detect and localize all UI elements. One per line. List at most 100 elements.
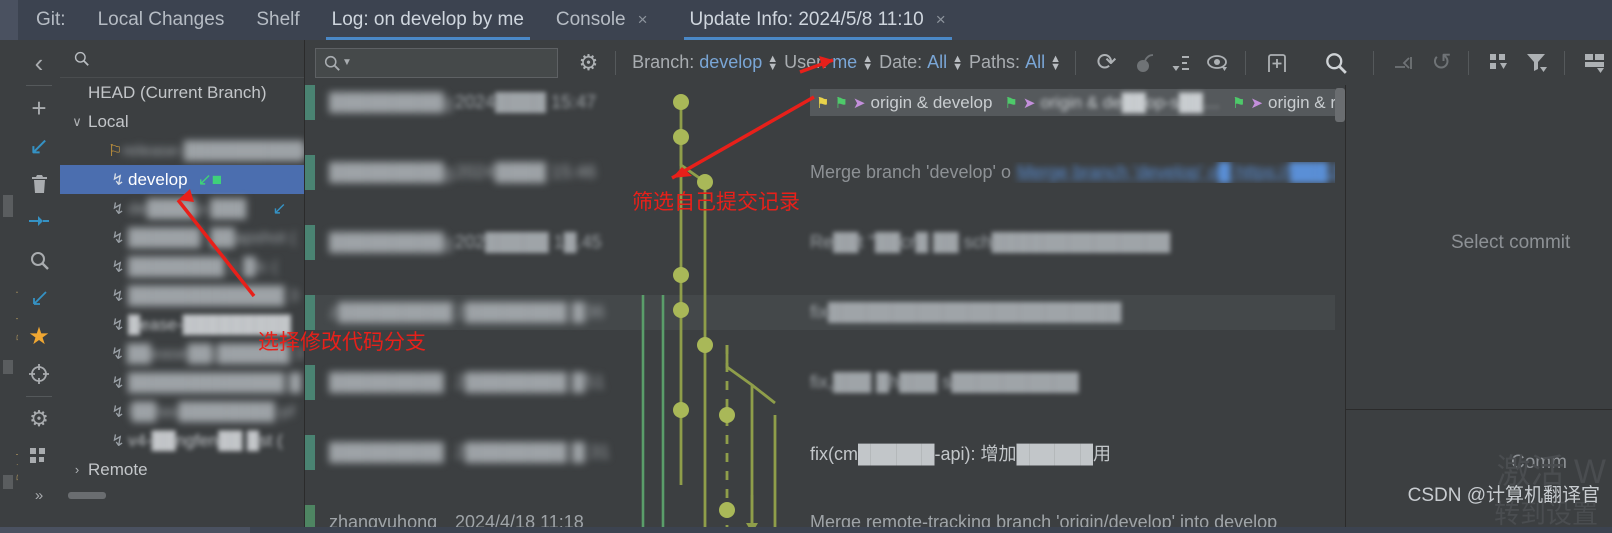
collapse-left-icon[interactable]: ‹ [18,44,60,82]
tree-item-develop[interactable]: ↯ develop ↙■ [60,165,304,194]
branch-icon: ↯ [111,258,125,276]
tag-icon: ➤ [852,94,866,112]
incoming-icon: ↙ [272,198,287,218]
delete-icon[interactable] [18,165,60,203]
horizontal-scrollbar[interactable] [68,492,106,499]
tree-item-label: Remote [88,459,148,479]
tree-item-label: v4-██ngfen██ █st ( [128,430,283,450]
branch-tree[interactable]: HEAD (Current Branch) ∨ Local ⚐ release-… [60,78,304,503]
sort-icon[interactable] [1165,46,1198,80]
commit-message: fix███████████████████████ [810,302,1122,322]
tab-bar: Git: Local Changes Shelf Log: on develop… [0,0,1612,40]
tab-shelf[interactable]: Shelf [240,0,315,40]
add-icon[interactable]: + [18,89,60,127]
chevron-updown-icon[interactable]: ▲ ▼ [1050,53,1061,72]
commit-message-link[interactable]: Merge branch 'develop' o█ https://███2██… [1017,162,1335,183]
tree-item-label: release-██████████e [122,140,304,160]
refresh-icon[interactable]: ⟳ [1090,46,1123,80]
tree-item-label: █████████████ 3 [128,285,299,305]
branch-search-input[interactable] [89,49,304,68]
checkout-icon[interactable]: ↙ [18,127,60,165]
paths-filter-key: Paths: [969,52,1021,72]
search-icon[interactable] [18,241,60,279]
go-to-child-icon[interactable] [1388,46,1421,80]
tree-item-branch[interactable]: ↯ ████████ 1 █lc ( [60,252,304,281]
cherry-pick-icon[interactable] [1127,46,1160,80]
divider [1245,50,1247,75]
commit-message: Re██t "██cr█ ██ sch██████████████ [810,232,1171,252]
table-row[interactable]: █████████g 2024████ 15:46 Merge branch '… [305,155,1335,190]
tab-label: Shelf [256,9,300,30]
more-icon[interactable]: » [18,476,60,514]
user-filter-value: me [832,52,858,72]
tree-item-release-tag[interactable]: ⚐ release-██████████e [60,136,304,165]
merge-icon[interactable] [18,203,60,241]
tab-update-info[interactable]: Update Info: 2024/5/8 11:10 × [674,0,962,40]
chevron-updown-icon[interactable]: ▲ ▼ [767,53,778,72]
tree-item-branch[interactable]: ↯ █████████████ █ [60,368,304,397]
tab-local-changes[interactable]: Local Changes [82,0,241,40]
commit-list[interactable]: █████████g 2024████ 15:47 ⚑ ⚑ ➤ origin & d… [305,85,1335,533]
commit-list-scrollbar-thumb[interactable] [1335,88,1345,122]
chevron-updown-icon[interactable]: ▲ ▼ [862,53,873,72]
chevron-updown-icon[interactable]: ▲ ▼ [952,53,963,72]
divider [1074,50,1076,75]
settings-icon[interactable]: ⚙ [18,400,60,438]
rail-marker [3,195,13,217]
tree-item-branch[interactable]: ↯ ██████- ██apshot ( [60,223,304,252]
tree-item-head[interactable]: HEAD (Current Branch) [60,78,304,107]
tab-git[interactable]: Git: [18,0,82,40]
favorite-icon[interactable]: ★ [18,317,60,355]
branch-filter[interactable]: Branch: develop ▲ ▼ [632,52,778,73]
tree-group-local[interactable]: ∨ Local [60,107,304,136]
select-commit-placeholder: Select commit [1451,232,1571,253]
table-row[interactable]: █████████ 2████████ █:31 fix(cm██████-ap… [305,435,1335,470]
target-icon[interactable] [18,355,60,393]
show-details-icon[interactable] [1202,46,1235,80]
chevron-down-icon[interactable]: ∨ [66,114,88,130]
tag-icon: ⚑ [816,94,830,112]
tab-log[interactable]: Log: on develop by me [316,0,540,40]
close-icon[interactable]: × [936,10,946,30]
branch-icon: ↯ [111,403,125,421]
layout-icon[interactable] [18,438,60,476]
tag-icon: ⚑ [1004,94,1018,112]
layout-options-icon[interactable] [1579,46,1612,80]
table-row[interactable]: █████████ 2████████ █51 fix,███ █h███ s█… [305,365,1335,400]
table-row[interactable]: █████████g 2024████ 15:47 ⚑ ⚑ ➤ origin & d… [305,85,1335,120]
table-row[interactable]: z█████████ 2████████ █36 fix████████████… [305,295,1335,330]
commit-search-box[interactable]: ▼ [315,47,558,78]
tab-console[interactable]: Console × [540,0,664,40]
tree-item-branch[interactable]: ↯ l██tas████████-pf [60,397,304,426]
filter-icon[interactable] [1520,46,1553,80]
table-row[interactable]: █████████g 202█████ 1█.45 Re██t "██cr█ █… [305,225,1335,260]
tool-window-rail: Bookmarks Database [0,40,18,533]
commit-search-input[interactable] [351,54,557,71]
search-icon[interactable] [1319,46,1352,80]
tree-group-remote[interactable]: › Remote [60,455,304,484]
chevron-right-icon[interactable]: › [66,462,88,477]
close-icon[interactable]: × [638,10,648,30]
user-filter[interactable]: User: me ▲ ▼ [784,52,873,73]
rebase-icon[interactable] [18,279,60,317]
date-filter[interactable]: Date: All ▲ ▼ [879,52,963,73]
branch-search-row[interactable] [60,40,304,78]
search-icon [324,55,340,71]
undo-icon[interactable]: ↺ [1425,46,1458,80]
commit-date: 2████████ █36 [455,302,605,322]
chevron-down-icon[interactable]: ▼ [342,57,352,68]
tag-icon: ⚐ [108,142,123,160]
paths-filter[interactable]: Paths: All ▲ ▼ [969,52,1061,73]
grid-view-icon[interactable] [1483,46,1516,80]
tree-item-branch[interactable]: ↯ de████p-███ ↙ [60,194,304,223]
ref-label: origin & releas [1268,92,1335,112]
tree-item-branch[interactable]: ↯ █████████████ 3 [60,281,304,310]
commit-date: 2024████ 15:47 [455,92,597,112]
watermark-csdn: CSDN @计算机翻译官 [1407,485,1600,506]
gear-icon[interactable]: ⚙ [572,46,605,80]
commit-message: fix,███ █h███ s██████████ [810,372,1079,392]
bottom-edge-left [0,527,250,533]
new-branch-icon[interactable] [1260,46,1293,80]
tree-item-branch[interactable]: ↯ v4-██ngfen██ █st ( [60,426,304,455]
branch-icon: ↯ [111,229,125,247]
